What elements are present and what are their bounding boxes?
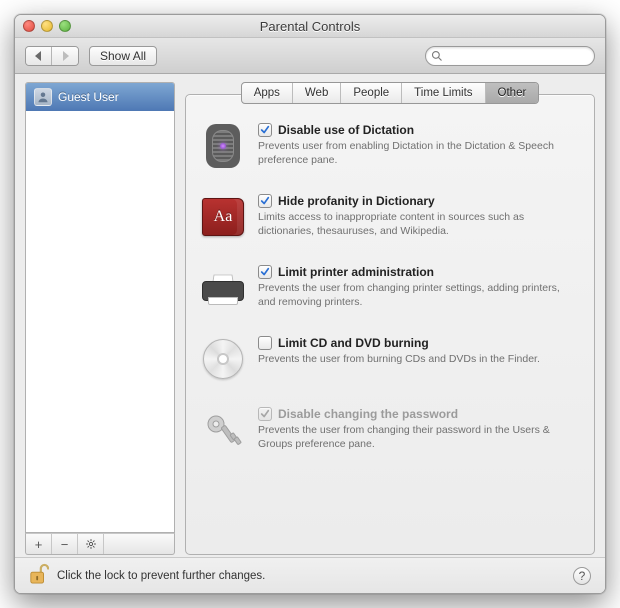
window-title: Parental Controls <box>15 19 605 34</box>
option-desc: Limits access to inappropriate content i… <box>258 210 568 238</box>
option-profanity: Aa Hide profanity in Dictionary Limits a… <box>200 186 580 255</box>
tab-bar: Apps Web People Time Limits Other <box>241 82 540 104</box>
checkbox-printer[interactable]: Limit printer administration <box>258 265 580 279</box>
option-desc: Prevents the user from changing their pa… <box>258 423 568 451</box>
option-title: Limit CD and DVD burning <box>278 336 429 350</box>
checkbox-dictation[interactable]: Disable use of Dictation <box>258 123 580 137</box>
add-user-button[interactable]: + <box>26 534 52 554</box>
search-icon <box>431 50 443 62</box>
option-desc: Prevents the user from burning CDs and D… <box>258 352 568 366</box>
option-title: Hide profanity in Dictionary <box>278 194 435 208</box>
tab-apps[interactable]: Apps <box>242 83 293 103</box>
back-button[interactable] <box>26 47 52 65</box>
option-printer: Limit printer administration Prevents th… <box>200 257 580 326</box>
toolbar: Show All <box>15 38 605 74</box>
key-icon <box>200 407 246 453</box>
tab-time-limits[interactable]: Time Limits <box>402 83 485 103</box>
tab-web[interactable]: Web <box>293 83 341 103</box>
close-window-button[interactable] <box>23 20 35 32</box>
user-list: Guest User <box>25 82 175 533</box>
avatar-icon <box>34 88 52 106</box>
minimize-window-button[interactable] <box>41 20 53 32</box>
tab-people[interactable]: People <box>341 83 402 103</box>
gear-icon <box>85 538 97 550</box>
dictionary-icon: Aa <box>200 194 246 240</box>
nav-segment <box>25 46 79 66</box>
option-title: Disable use of Dictation <box>278 123 414 137</box>
microphone-icon <box>200 123 246 169</box>
disc-icon <box>200 336 246 382</box>
option-desc: Prevents user from enabling Dictation in… <box>258 139 568 167</box>
remove-user-button[interactable]: − <box>52 534 78 554</box>
titlebar: Parental Controls <box>15 15 605 38</box>
checkbox-profanity[interactable]: Hide profanity in Dictionary <box>258 194 580 208</box>
search-input[interactable] <box>425 46 595 66</box>
lock-button[interactable] <box>29 563 49 588</box>
unlocked-padlock-icon <box>29 563 49 585</box>
option-password: Disable changing the password Prevents t… <box>200 399 580 461</box>
zoom-window-button[interactable] <box>59 20 71 32</box>
option-burning: Limit CD and DVD burning Prevents the us… <box>200 328 580 397</box>
tab-other[interactable]: Other <box>486 83 539 103</box>
user-sidebar: Guest User + − <box>25 82 175 555</box>
option-title: Limit printer administration <box>278 265 434 279</box>
help-button[interactable]: ? <box>573 567 591 585</box>
checkbox-password: Disable changing the password <box>258 407 580 421</box>
option-title: Disable changing the password <box>278 407 458 421</box>
option-dictation: Disable use of Dictation Prevents user f… <box>200 115 580 184</box>
printer-icon <box>200 265 246 311</box>
options-panel: Disable use of Dictation Prevents user f… <box>185 94 595 555</box>
checkbox-burning[interactable]: Limit CD and DVD burning <box>258 336 580 350</box>
sidebar-controls: + − <box>25 533 175 555</box>
footer: Click the lock to prevent further change… <box>15 557 605 593</box>
forward-button[interactable] <box>52 47 78 65</box>
sidebar-user-guest[interactable]: Guest User <box>26 83 174 111</box>
preferences-window: Parental Controls Show All <box>14 14 606 594</box>
option-desc: Prevents the user from changing printer … <box>258 281 568 309</box>
show-all-button[interactable]: Show All <box>89 46 157 66</box>
settings-button[interactable] <box>78 534 104 554</box>
lock-message: Click the lock to prevent further change… <box>57 570 265 582</box>
sidebar-user-label: Guest User <box>58 90 119 104</box>
